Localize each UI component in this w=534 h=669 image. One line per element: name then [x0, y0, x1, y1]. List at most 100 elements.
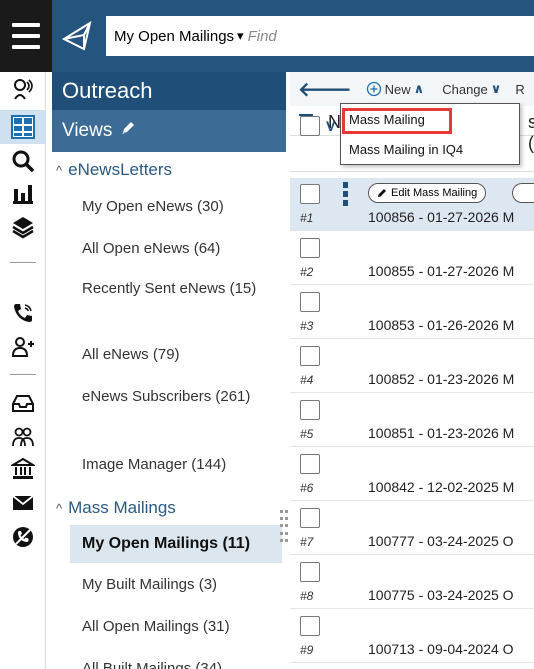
- row-number: #8: [300, 589, 314, 603]
- search-icon[interactable]: [0, 144, 46, 178]
- edit-label: Edit Mass Mailing: [391, 187, 478, 199]
- rail-divider: [10, 374, 36, 375]
- nav-item-my-open-enews[interactable]: My Open eNews (30): [82, 196, 282, 218]
- chevron-up-icon: ∧: [413, 81, 425, 96]
- group-mass-mailings[interactable]: ^ Mass Mailings: [52, 498, 176, 518]
- views-label: Views: [62, 120, 113, 141]
- row-checkbox[interactable]: [300, 400, 320, 420]
- row-description[interactable]: 100842 - 12-02-2025 M: [368, 479, 534, 495]
- row-description[interactable]: 100853 - 01-26-2026 M: [368, 317, 534, 333]
- group-label: eNewsLetters: [68, 160, 173, 179]
- nav-item-all-open-enews[interactable]: All Open eNews (64): [82, 238, 282, 260]
- select-all-checkbox[interactable]: [300, 116, 320, 136]
- institution-icon[interactable]: [0, 452, 46, 486]
- panel-resize-handle[interactable]: [280, 510, 288, 544]
- top-bar: My Open Mailings ▾ Find: [0, 0, 534, 72]
- layers-icon[interactable]: [0, 210, 46, 244]
- inbox-icon[interactable]: [0, 386, 46, 420]
- row-description[interactable]: 100856 - 01-27-2026 M: [368, 209, 534, 225]
- nav-item-all-enews[interactable]: All eNews (79): [82, 344, 282, 366]
- change-button[interactable]: Change ∨: [442, 81, 501, 97]
- no-calls-icon[interactable]: [0, 520, 46, 554]
- chevron-down-icon[interactable]: ▾: [237, 28, 244, 44]
- row-number: #6: [300, 481, 314, 495]
- collapse-chevron-icon[interactable]: ^: [56, 501, 62, 516]
- menu-item-mass-mailing-iq4[interactable]: Mass Mailing in IQ4: [349, 142, 463, 157]
- table-row[interactable]: #7 100777 - 03-24-2025 O: [290, 502, 534, 555]
- search-mode-selector[interactable]: My Open Mailings: [114, 28, 234, 45]
- table-row[interactable]: #8 100775 - 03-24-2025 O: [290, 556, 534, 609]
- row-checkbox[interactable]: [300, 454, 320, 474]
- row-number: #2: [300, 265, 314, 279]
- row-checkbox[interactable]: [300, 508, 320, 528]
- row-description[interactable]: 100777 - 03-24-2025 O: [368, 533, 534, 549]
- row-number: #3: [300, 319, 314, 333]
- table-row[interactable]: #9 100713 - 09-04-2024 O: [290, 610, 534, 663]
- nav-item-enews-subscribers[interactable]: eNews Subscribers (261): [82, 386, 282, 408]
- table-row[interactable]: #2 100855 - 01-27-2026 M: [290, 232, 534, 285]
- pencil-icon[interactable]: [120, 120, 136, 142]
- new-dropdown-menu: Mass Mailing Mass Mailing in IQ4: [340, 103, 520, 165]
- header-chevron[interactable]: V: [326, 118, 335, 134]
- plus-circle-icon: [366, 81, 381, 97]
- row-menu-icon[interactable]: [343, 182, 348, 206]
- outreach-icon[interactable]: [0, 72, 46, 106]
- icon-rail: [0, 72, 46, 669]
- table-row[interactable]: #6 100842 - 12-02-2025 M: [290, 448, 534, 501]
- nav-item-image-manager[interactable]: Image Manager (144): [82, 454, 282, 476]
- phone-icon[interactable]: [0, 296, 46, 330]
- table-row[interactable]: Edit Mass Mailing #1 100856 - 01-27-2026…: [290, 178, 534, 231]
- new-button[interactable]: New ∧: [366, 81, 425, 97]
- back-arrow-icon[interactable]: 🡐: [298, 77, 352, 102]
- table-row[interactable]: #4 100852 - 01-23-2026 M: [290, 340, 534, 393]
- hamburger-menu-icon[interactable]: [0, 0, 52, 72]
- row-number: #9: [300, 643, 314, 657]
- row-number: #1: [300, 211, 314, 225]
- nav-title: Outreach: [52, 72, 286, 110]
- add-user-icon[interactable]: [0, 330, 46, 364]
- r-button[interactable]: R: [515, 82, 524, 97]
- change-label: Change: [442, 81, 488, 97]
- search-input[interactable]: Find: [248, 28, 277, 45]
- group-enewsletters[interactable]: ^ eNewsLetters: [52, 160, 172, 180]
- row-description[interactable]: 100851 - 01-23-2026 M: [368, 425, 534, 441]
- row-checkbox[interactable]: [300, 184, 320, 204]
- group-label: Mass Mailings: [68, 498, 176, 517]
- row-description[interactable]: 100852 - 01-23-2026 M: [368, 371, 534, 387]
- row-checkbox[interactable]: [300, 346, 320, 366]
- views-header[interactable]: Views: [52, 110, 286, 152]
- collapse-chevron-icon[interactable]: ^: [56, 163, 62, 178]
- nav-panel: Outreach Views ^ eNewsLetters My Open eN…: [52, 72, 286, 669]
- table-row[interactable]: #5 100851 - 01-23-2026 M: [290, 394, 534, 447]
- row-action-button[interactable]: [512, 183, 534, 203]
- new-label: New: [384, 81, 411, 97]
- row-checkbox[interactable]: [300, 562, 320, 582]
- row-checkbox[interactable]: [300, 238, 320, 258]
- row-number: #5: [300, 427, 314, 441]
- chevron-down-icon: ∨: [490, 81, 502, 96]
- app-logo-icon[interactable]: [52, 0, 102, 72]
- row-description[interactable]: 100713 - 09-04-2024 O: [368, 641, 534, 657]
- views-grid-icon[interactable]: [0, 110, 46, 144]
- table-row[interactable]: #3 100853 - 01-26-2026 M: [290, 286, 534, 339]
- row-checkbox[interactable]: [300, 292, 320, 312]
- bar-chart-icon[interactable]: [0, 176, 46, 210]
- row-number: #4: [300, 373, 314, 387]
- search-bar[interactable]: My Open Mailings ▾ Find: [106, 16, 534, 56]
- row-number: #7: [300, 535, 314, 549]
- nav-item-all-open-mailings[interactable]: All Open Mailings (31): [82, 616, 282, 638]
- group-icon[interactable]: [0, 420, 46, 454]
- toolbar: 🡐 New ∧ Change ∨ R: [290, 72, 534, 106]
- nav-item-recently-sent-enews[interactable]: Recently Sent eNews (15): [82, 278, 282, 300]
- nav-item-my-built-mailings[interactable]: My Built Mailings (3): [82, 574, 282, 596]
- row-description[interactable]: 100775 - 03-24-2025 O: [368, 587, 534, 603]
- row-description[interactable]: 100855 - 01-27-2026 M: [368, 263, 534, 279]
- rail-divider: [10, 262, 36, 263]
- nav-item-my-open-mailings[interactable]: My Open Mailings (11): [70, 525, 282, 563]
- pencil-icon: [378, 189, 386, 197]
- mail-icon[interactable]: [0, 486, 46, 520]
- nav-item-all-built-mailings[interactable]: All Built Mailings (34): [82, 658, 282, 669]
- row-checkbox[interactable]: [300, 616, 320, 636]
- menu-item-mass-mailing[interactable]: Mass Mailing: [349, 112, 425, 127]
- edit-mass-mailing-button[interactable]: Edit Mass Mailing: [368, 183, 487, 203]
